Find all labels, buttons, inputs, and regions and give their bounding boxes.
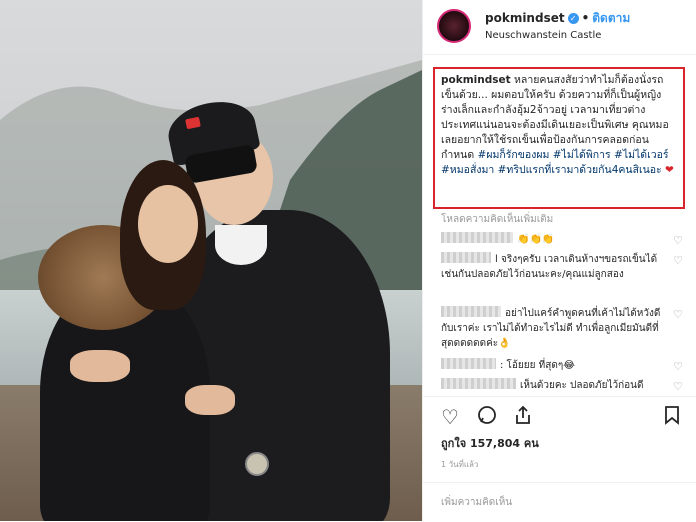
comment: อย่าไปแคร์คำพูดคนที่เค้าไม่ได้หวังดีกับเ… bbox=[441, 306, 661, 349]
post-timestamp[interactable]: 1 วันที่แล้ว bbox=[441, 458, 478, 471]
add-comment-field[interactable]: เพิ่มความคิดเห็น bbox=[423, 482, 696, 522]
comment: : โอ้ยยย ที่สุดๆ😂 bbox=[441, 358, 671, 373]
caption-text: หลายคนสงสัยว่าทำไมก็ต้องนั่งรถเข็นด้วย..… bbox=[441, 74, 669, 161]
heart-icon[interactable]: ♡ bbox=[441, 405, 459, 429]
post-panel: pokmindset ✓ • ติดตาม Neuschwanstein Castle… bbox=[422, 0, 696, 521]
action-bar: ♡ bbox=[423, 396, 696, 431]
comment-icon[interactable] bbox=[477, 405, 497, 430]
avatar[interactable] bbox=[437, 9, 471, 43]
comment: 👏👏👏 bbox=[441, 232, 671, 247]
comment-like-icon[interactable]: ♡ bbox=[673, 380, 683, 393]
blurred-username[interactable] bbox=[441, 232, 513, 243]
username-link[interactable]: pokmindset bbox=[485, 11, 565, 25]
caption-hashtags[interactable]: #ผมก็รักของผม #ไม่ได้พิการ #ไม่ได้เวอร์ … bbox=[441, 149, 669, 176]
likes-count[interactable]: ถูกใจ 157,804 คน bbox=[441, 434, 539, 452]
hand bbox=[185, 385, 235, 415]
add-comment-placeholder[interactable]: เพิ่มความคิดเห็น bbox=[441, 495, 512, 510]
woman-face bbox=[138, 185, 198, 263]
caption-username[interactable]: pokmindset bbox=[441, 74, 511, 86]
comment-like-icon[interactable]: ♡ bbox=[673, 254, 683, 267]
load-more-comments[interactable]: โหลดความคิดเห็นเพิ่มเติม bbox=[441, 212, 553, 227]
blurred-username[interactable] bbox=[441, 378, 516, 389]
post-photo[interactable] bbox=[0, 0, 422, 521]
caption-highlight: pokmindset หลายคนสงสัยว่าทำไมก็ต้องนั่งร… bbox=[433, 67, 685, 209]
hand bbox=[70, 350, 130, 382]
blurred-username[interactable] bbox=[441, 252, 491, 263]
comment-like-icon[interactable]: ♡ bbox=[673, 308, 683, 321]
separator-dot: • bbox=[581, 11, 590, 25]
blurred-username[interactable] bbox=[441, 306, 501, 317]
heart-emoji: ❤ bbox=[665, 164, 674, 176]
follow-button[interactable]: ติดตาม bbox=[592, 11, 630, 25]
share-icon[interactable] bbox=[513, 405, 533, 430]
comment: l จริงๆครับ เวลาเดินห้างฯขอรถเข็นได้เช่น… bbox=[441, 252, 658, 280]
man-shirt bbox=[215, 225, 267, 265]
badge bbox=[245, 452, 269, 476]
bookmark-icon[interactable] bbox=[663, 405, 681, 430]
verified-badge-icon: ✓ bbox=[567, 13, 579, 24]
post-header: pokmindset ✓ • ติดตาม Neuschwanstein Castle bbox=[423, 0, 696, 55]
location-link[interactable]: Neuschwanstein Castle bbox=[485, 30, 601, 41]
comment-like-icon[interactable]: ♡ bbox=[673, 360, 683, 373]
comment-like-icon[interactable]: ♡ bbox=[673, 234, 683, 247]
blurred-username[interactable] bbox=[441, 358, 496, 369]
comment: เห็นด้วยคะ ปลอดภัยไว้ก่อนดี bbox=[441, 378, 671, 393]
